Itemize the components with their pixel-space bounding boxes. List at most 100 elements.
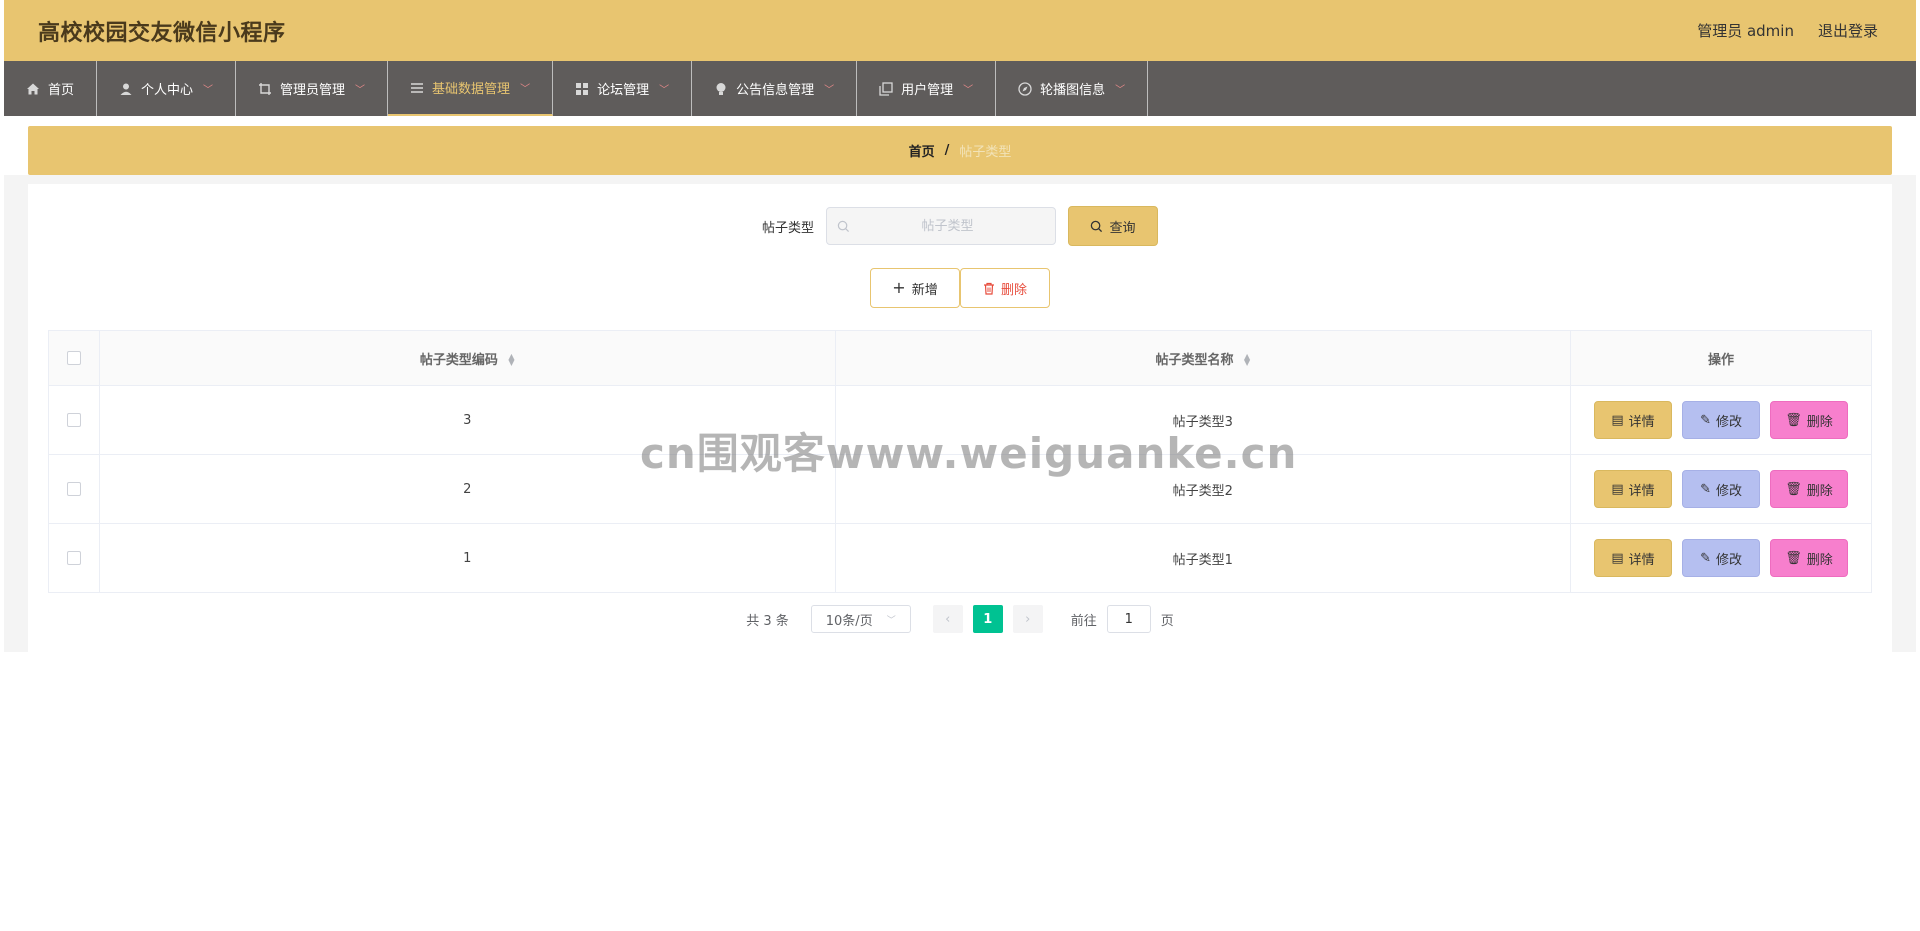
search-form: 帖子类型 查询 (28, 206, 1892, 246)
column-header-name[interactable]: 帖子类型名称 ▲ ▼ (834, 330, 1572, 386)
nav-item-label: 论坛管理 (597, 83, 650, 98)
delete-button[interactable]: 🗑 删除 (1770, 539, 1849, 577)
cell-name: 帖子类型1 (834, 523, 1572, 593)
cell-name: 帖子类型2 (834, 454, 1572, 524)
row-select-cell (48, 454, 100, 524)
sort-icon[interactable]: ▲ ▼ (508, 353, 514, 367)
detail-label: 详情 (1628, 552, 1655, 568)
pencil-icon: ✎ (1700, 550, 1711, 566)
detail-label: 详情 (1628, 483, 1655, 499)
next-page-button[interactable]: › (1012, 605, 1043, 633)
row-checkbox[interactable] (66, 482, 81, 496)
breadcrumb-separator: / (944, 143, 950, 158)
column-header-label: 帖子类型名称 (1155, 352, 1234, 368)
column-header-actions: 操作 (1570, 330, 1872, 386)
breadcrumb-home[interactable]: 首页 (909, 141, 935, 160)
edit-button[interactable]: ✎ 修改 (1682, 539, 1761, 577)
prev-page-button[interactable]: ‹ (932, 605, 963, 633)
plus-icon: + (892, 278, 906, 297)
delete-label: 删除 (1806, 414, 1833, 430)
search-input-wrapper (826, 207, 1056, 245)
pencil-icon: ✎ (1700, 481, 1711, 497)
content-panel: 帖子类型 查询 + 新增 (28, 184, 1892, 652)
search-label: 帖子类型 (761, 220, 814, 236)
pagination-total: 共 3 条 (746, 613, 789, 629)
select-all-checkbox[interactable] (66, 351, 81, 365)
nav-item-label: 首页 (48, 83, 75, 98)
cell-name: 帖子类型3 (834, 385, 1572, 455)
batch-delete-button[interactable]: 删除 (960, 268, 1050, 308)
app-frame: 高校校园交友微信小程序 管理员 admin 退出登录 首页 个人中心 ﹀ 管理员… (4, 0, 1916, 931)
goto-suffix: 页 (1160, 613, 1174, 629)
chevron-right-icon: › (1025, 611, 1031, 627)
column-header-code[interactable]: 帖子类型编码 ▲ ▼ (98, 330, 836, 386)
cell-code: 1 (98, 523, 836, 593)
page-size-select[interactable]: 10条/页 ﹀ (810, 605, 911, 633)
detail-button[interactable]: ▤ 详情 (1594, 539, 1673, 577)
nav-item-label: 用户管理 (901, 83, 954, 98)
row-checkbox[interactable] (66, 551, 81, 565)
cell-actions: ▤ 详情 ✎ 修改 🗑 删除 (1570, 454, 1872, 524)
logout-link[interactable]: 退出登录 (1818, 20, 1878, 41)
table-header-row: 帖子类型编码 ▲ ▼ 帖子类型名称 ▲ ▼ 操作 (48, 330, 1872, 386)
row-select-cell (48, 385, 100, 455)
page-number-current[interactable]: 1 (972, 605, 1003, 633)
delete-button[interactable]: 🗑 删除 (1770, 401, 1849, 439)
detail-label: 详情 (1628, 414, 1655, 430)
nav-item-carousel[interactable]: 轮播图信息 ﹀ (996, 61, 1149, 116)
document-icon: ▤ (1611, 550, 1624, 566)
cell-actions: ▤ 详情 ✎ 修改 🗑 删除 (1570, 523, 1872, 593)
nav-item-home[interactable]: 首页 (4, 61, 98, 116)
action-buttons: + 新增 删除 (28, 268, 1892, 308)
row-checkbox[interactable] (66, 413, 81, 427)
nav-item-basic-data[interactable]: 基础数据管理 ﹀ (388, 61, 554, 116)
delete-label: 删除 (1806, 552, 1833, 568)
delete-button[interactable]: 🗑 删除 (1770, 470, 1849, 508)
edit-button[interactable]: ✎ 修改 (1682, 401, 1761, 439)
search-icon (837, 220, 850, 233)
document-icon: ▤ (1611, 412, 1624, 428)
main-nav: 首页 个人中心 ﹀ 管理员管理 ﹀ 基础数据管理 ﹀ 论坛管理 ﹀ 公告信息管理… (4, 61, 1916, 116)
table-row: 2 帖子类型2 ▤ 详情 ✎ 修改 🗑 删除 (48, 454, 1872, 524)
nav-item-users[interactable]: 用户管理 ﹀ (857, 61, 997, 116)
data-table: 帖子类型编码 ▲ ▼ 帖子类型名称 ▲ ▼ 操作 3 帖子类型3 ▤ 详情 ✎ … (48, 330, 1872, 593)
nav-item-label: 轮播图信息 (1040, 83, 1106, 98)
goto-page-input[interactable] (1106, 605, 1151, 633)
nav-item-label: 基础数据管理 (432, 82, 511, 97)
page-size-value: 10条/页 (825, 613, 873, 629)
edit-label: 修改 (1715, 414, 1742, 430)
trash-icon: 🗑 (1785, 550, 1802, 566)
nav-item-admin[interactable]: 管理员管理 ﹀ (236, 61, 389, 116)
detail-button[interactable]: ▤ 详情 (1594, 470, 1673, 508)
current-user-label: 管理员 admin (1697, 22, 1794, 40)
search-input[interactable] (850, 217, 1045, 235)
nav-item-forum[interactable]: 论坛管理 ﹀ (553, 61, 693, 116)
edit-label: 修改 (1715, 483, 1742, 499)
header-user-area: 管理员 admin 退出登录 (1697, 20, 1878, 41)
query-button[interactable]: 查询 (1068, 206, 1158, 246)
pencil-icon: ✎ (1700, 412, 1711, 428)
delete-label: 删除 (1806, 483, 1833, 499)
breadcrumb: 首页 / 帖子类型 (28, 126, 1892, 175)
nav-item-label: 管理员管理 (280, 83, 346, 98)
add-button[interactable]: + 新增 (870, 268, 960, 308)
batch-delete-label: 删除 (1000, 282, 1027, 298)
table-row: 1 帖子类型1 ▤ 详情 ✎ 修改 🗑 删除 (48, 523, 1872, 593)
row-select-cell (48, 523, 100, 593)
cell-code: 3 (98, 385, 836, 455)
chevron-down-icon: ﹀ (1115, 85, 1126, 96)
sort-icon[interactable]: ▲ ▼ (1244, 353, 1250, 367)
chevron-left-icon: ‹ (945, 611, 951, 627)
trash-icon (983, 282, 995, 295)
edit-button[interactable]: ✎ 修改 (1682, 470, 1761, 508)
trash-icon: 🗑 (1785, 481, 1802, 497)
select-all-cell (48, 330, 100, 386)
bulb-icon (714, 82, 728, 96)
nav-item-profile[interactable]: 个人中心 ﹀ (97, 61, 237, 116)
grid-icon (575, 82, 589, 96)
detail-button[interactable]: ▤ 详情 (1594, 401, 1673, 439)
breadcrumb-current: 帖子类型 (959, 145, 1012, 160)
cell-actions: ▤ 详情 ✎ 修改 🗑 删除 (1570, 385, 1872, 455)
nav-item-notice[interactable]: 公告信息管理 ﹀ (692, 61, 858, 116)
search-icon (1090, 220, 1103, 233)
